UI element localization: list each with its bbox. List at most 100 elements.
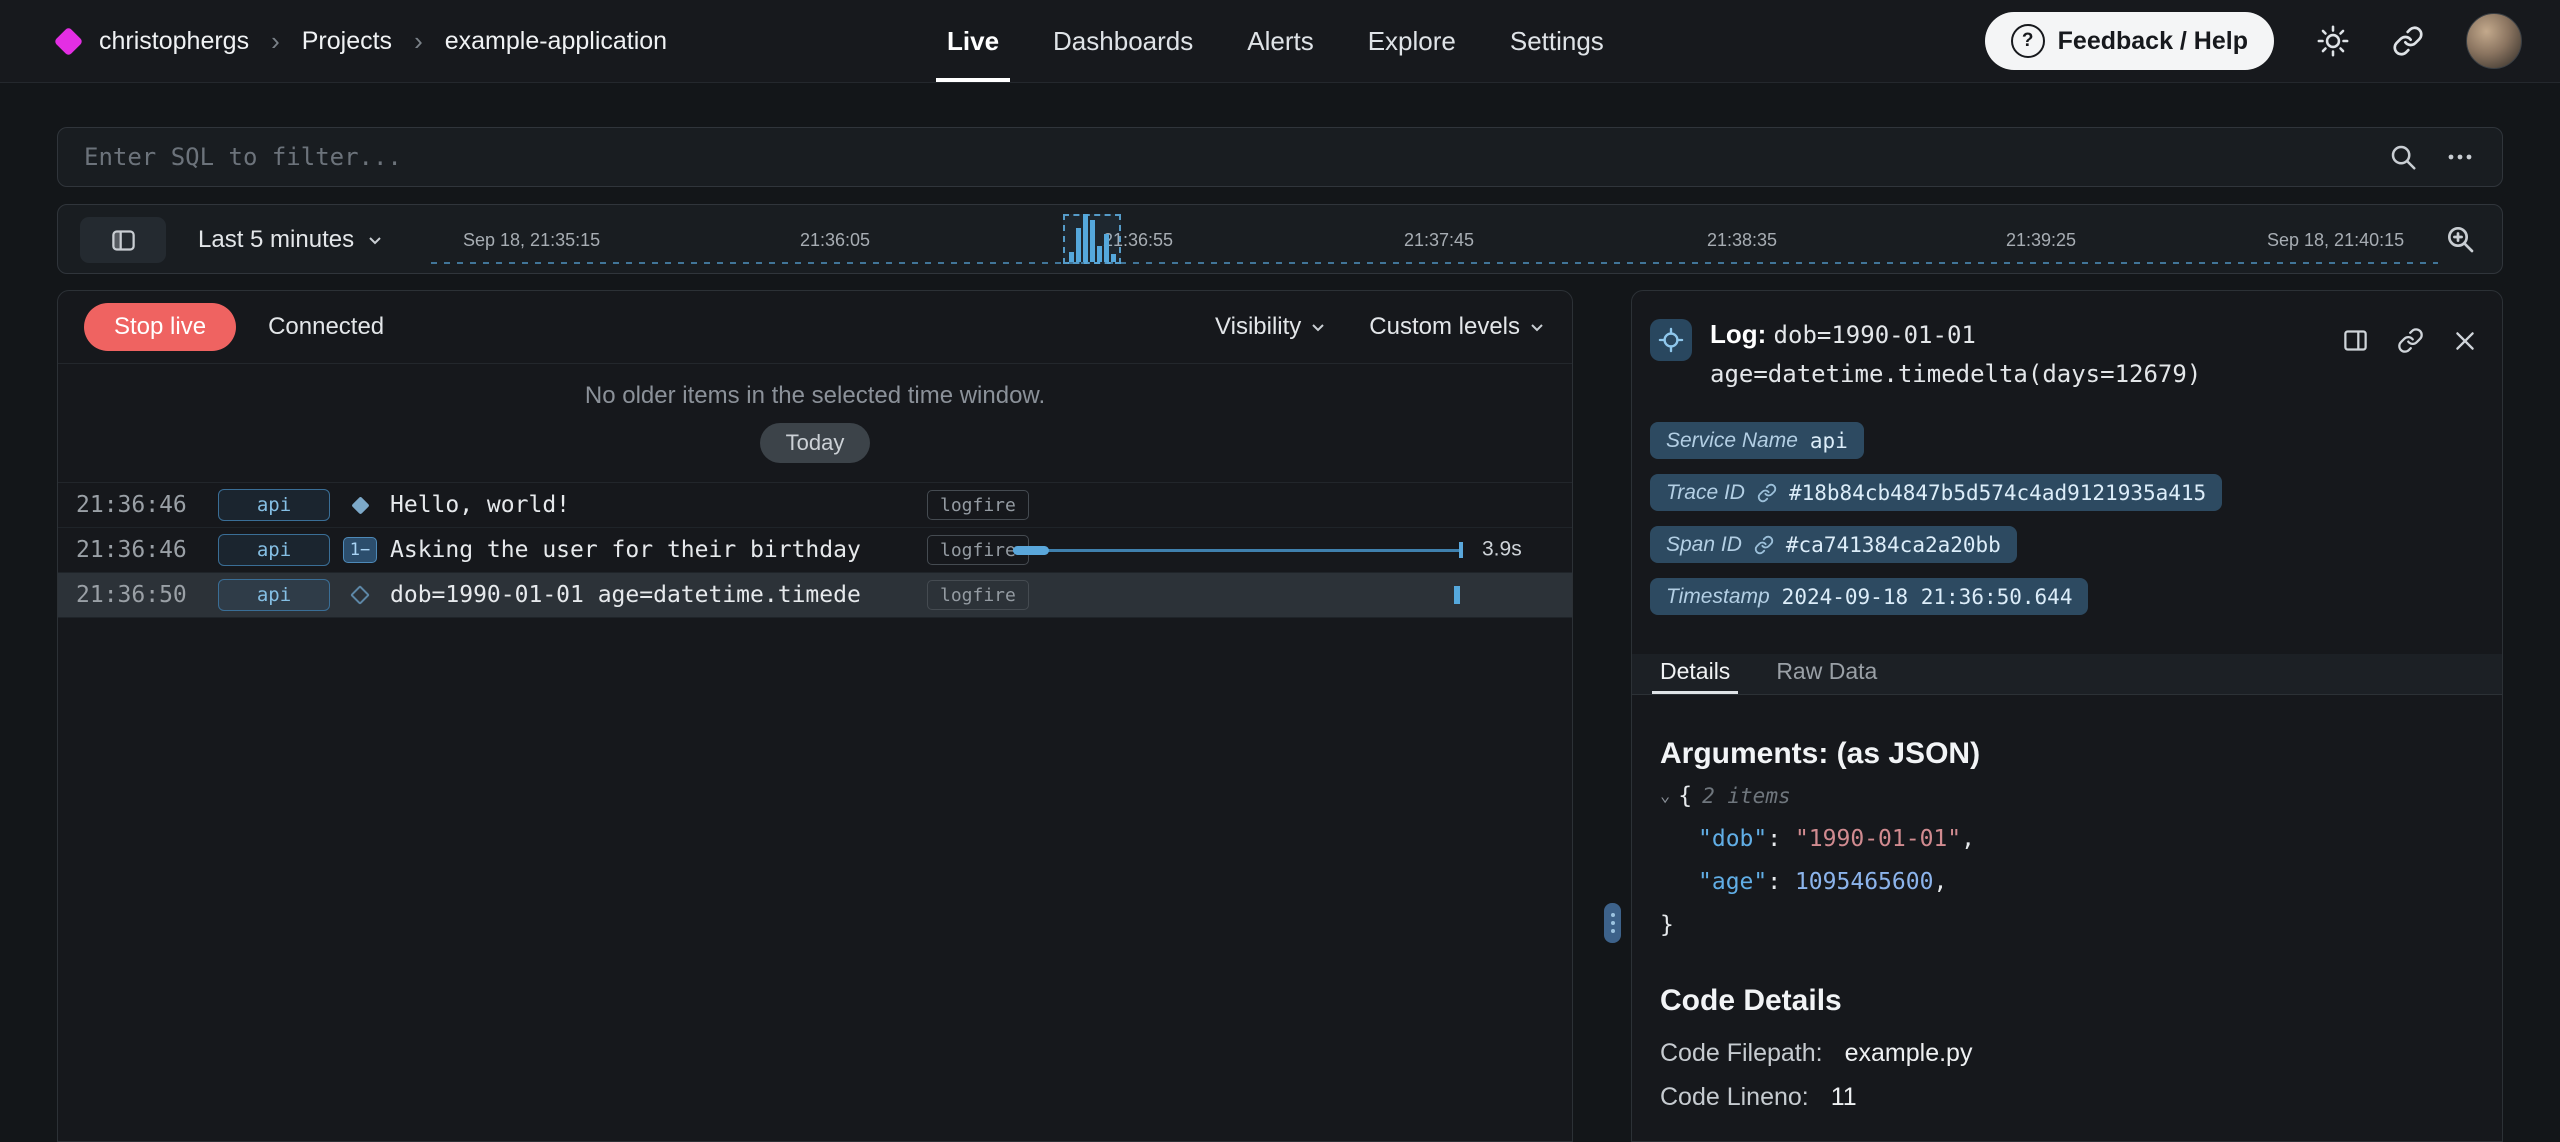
code-filepath-row: Code Filepath: example.py: [1660, 1039, 1972, 1068]
code-lineno-label: Code Lineno:: [1660, 1083, 1809, 1111]
json-items-note: 2 items: [1702, 784, 1791, 808]
navbar-actions: ? Feedback / Help: [1985, 0, 2522, 82]
service-tag: api: [218, 489, 330, 521]
breadcrumb-org[interactable]: christophergs: [99, 27, 249, 56]
today-button[interactable]: Today: [760, 423, 871, 463]
custom-levels-label: Custom levels: [1369, 313, 1520, 341]
sql-filter-input[interactable]: [58, 143, 2388, 171]
timeline-bar: Last 5 minutes Sep 18, 21:35:15 21:36:05…: [57, 204, 2503, 274]
chip-label: Span ID: [1666, 533, 1742, 557]
logfire-logo-icon[interactable]: [54, 26, 84, 56]
copy-link-icon[interactable]: [2397, 327, 2424, 354]
log-message: dob=1990-01-01 age=datetime.timede: [390, 582, 861, 608]
help-icon: ?: [2011, 24, 2045, 58]
code-filepath-label: Code Filepath:: [1660, 1039, 1823, 1067]
log-time: 21:36:46: [76, 492, 194, 518]
json-viewer: ⌄ {2 items "dob": "1990-01-01", "age": 10…: [1660, 775, 1975, 947]
more-options-icon[interactable]: [2444, 142, 2476, 172]
visibility-label: Visibility: [1215, 313, 1301, 341]
json-line: "age": 1095465600,: [1660, 861, 1975, 904]
visibility-dropdown[interactable]: Visibility: [1215, 313, 1327, 341]
log-row[interactable]: 21:36:46 api 1− Asking the user for thei…: [58, 528, 1572, 573]
service-name-chip: Service Name api: [1650, 422, 1864, 459]
timeline-tick: 21:38:35: [1707, 230, 1777, 251]
scope-tag: logfire: [927, 580, 1029, 610]
chevron-down-icon: [1528, 318, 1546, 336]
log-detail-panel: Log: dob=1990-01-01 age=datetime.timedel…: [1631, 290, 2503, 1142]
share-link-icon[interactable]: [2392, 25, 2424, 57]
panel-resize-handle[interactable]: [1604, 903, 1621, 943]
span-duration-bar: [1013, 528, 1463, 572]
json-open-brace: {: [1678, 783, 1692, 809]
chip-value: #18b84cb4847b5d574c4ad9121935a415: [1789, 481, 2206, 505]
detail-title-message: dob=1990-01-01 age=datetime.timedelta(da…: [1710, 321, 2201, 388]
custom-levels-dropdown[interactable]: Custom levels: [1369, 313, 1546, 341]
chip-value: api: [1810, 429, 1848, 453]
theme-toggle-sun-icon[interactable]: [2316, 24, 2350, 58]
span-duration-label: 3.9s: [1482, 538, 1522, 562]
live-log-panel: Stop live Connected Visibility Custom le…: [57, 290, 1573, 1142]
log-message: Asking the user for their birthday: [390, 537, 861, 563]
zoom-in-icon[interactable]: [2444, 223, 2476, 255]
timestamp-chip: Timestamp 2024-09-18 21:36:50.644: [1650, 578, 2088, 615]
close-icon[interactable]: [2452, 328, 2478, 354]
time-range-label: Last 5 minutes: [198, 226, 354, 254]
log-time: 21:36:50: [76, 582, 194, 608]
main-nav: Live Dashboards Alerts Explore Settings: [920, 0, 1631, 82]
log-rows: 21:36:46 api Hello, world! logfire 21:36…: [58, 482, 1572, 618]
log-time: 21:36:46: [76, 537, 194, 563]
service-tag: api: [218, 579, 330, 611]
chevron-right-icon: ›: [269, 26, 282, 57]
timeline-tick: 21:39:25: [2006, 230, 2076, 251]
collapse-children-badge[interactable]: 1−: [343, 537, 377, 563]
chevron-down-icon: [366, 231, 384, 249]
log-row[interactable]: 21:36:46 api Hello, world! logfire: [58, 483, 1572, 528]
timeline-tick: 21:37:45: [1404, 230, 1474, 251]
live-panel-header: Stop live Connected Visibility Custom le…: [58, 291, 1572, 364]
feedback-help-button[interactable]: ? Feedback / Help: [1985, 12, 2274, 70]
connection-status: Connected: [268, 313, 384, 341]
chevron-right-icon: ›: [412, 26, 425, 57]
chip-value: 2024-09-18 21:36:50.644: [1782, 585, 2073, 609]
open-in-panel-icon[interactable]: [2342, 327, 2369, 354]
feedback-help-label: Feedback / Help: [2058, 27, 2248, 56]
nav-tab-live[interactable]: Live: [920, 0, 1026, 82]
breadcrumb: christophergs › Projects › example-appli…: [58, 0, 667, 82]
avatar[interactable]: [2466, 13, 2522, 69]
timeline-tick: Sep 18, 21:40:15: [2267, 230, 2404, 251]
collapse-caret-icon[interactable]: ⌄: [1660, 786, 1670, 806]
breadcrumb-projects[interactable]: Projects: [302, 27, 392, 56]
chip-value: #ca741384ca2a20bb: [1786, 533, 2001, 557]
detail-actions: [2342, 327, 2478, 354]
code-lineno-row: Code Lineno: 11: [1660, 1083, 1857, 1112]
tab-details[interactable]: Details: [1660, 658, 1730, 694]
timeline-selection[interactable]: [1063, 214, 1121, 264]
search-icon[interactable]: [2388, 142, 2418, 172]
timeline-baseline: [431, 262, 2438, 264]
chip-label: Trace ID: [1666, 481, 1745, 505]
timeline-tick: 21:36:05: [800, 230, 870, 251]
json-line: "dob": "1990-01-01",: [1660, 818, 1975, 861]
attribute-chips: Service Name api Trace ID #18b84cb4847b5…: [1650, 422, 2222, 615]
log-row-selected[interactable]: 21:36:50 api dob=1990-01-01 age=datetime…: [58, 573, 1572, 618]
trace-id-chip[interactable]: Trace ID #18b84cb4847b5d574c4ad9121935a4…: [1650, 474, 2222, 511]
code-lineno-value: 11: [1831, 1083, 1857, 1111]
log-diamond-icon: [342, 588, 378, 602]
json-close-brace: }: [1660, 912, 1674, 938]
nav-tab-alerts[interactable]: Alerts: [1220, 0, 1340, 82]
nav-tab-explore[interactable]: Explore: [1341, 0, 1483, 82]
code-filepath-value: example.py: [1845, 1039, 1973, 1067]
link-icon: [1757, 483, 1777, 503]
sql-filter-bar: [57, 127, 2503, 187]
time-range-selector[interactable]: Last 5 minutes: [198, 205, 384, 275]
detail-title: Log: dob=1990-01-01 age=datetime.timedel…: [1710, 315, 2250, 393]
navbar: christophergs › Projects › example-appli…: [0, 0, 2560, 83]
tab-raw-data[interactable]: Raw Data: [1776, 658, 1877, 694]
span-id-chip[interactable]: Span ID #ca741384ca2a20bb: [1650, 526, 2017, 563]
nav-tab-dashboards[interactable]: Dashboards: [1026, 0, 1220, 82]
stop-live-button[interactable]: Stop live: [84, 303, 236, 351]
nav-tab-settings[interactable]: Settings: [1483, 0, 1631, 82]
link-icon: [1754, 535, 1774, 555]
sidebar-toggle-button[interactable]: [80, 217, 166, 263]
breadcrumb-project[interactable]: example-application: [445, 27, 667, 56]
